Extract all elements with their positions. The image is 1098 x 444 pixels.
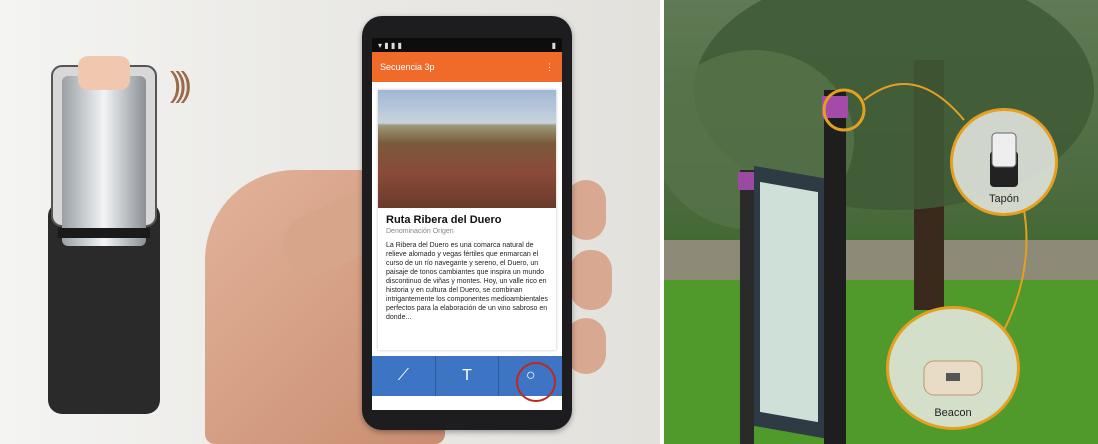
phone-screen: ▾ ▮ ▮ ▮ ▮ Secuencia 3p ⋮ Ruta Ribera del… [372, 38, 562, 410]
tapon-thumbnail-image [990, 132, 1018, 187]
card-body: La Ribera del Duero es una comarca natur… [386, 242, 548, 321]
park-scene-image [664, 0, 1098, 444]
route-card[interactable]: Ruta Ribera del Duero Denominación Orige… [378, 90, 556, 350]
tapon-callout: Tapón [950, 108, 1058, 216]
beacon-callout: Beacon [886, 306, 1020, 430]
tab-route-icon[interactable]: ⟋ [372, 356, 436, 396]
tab-tool-icon[interactable]: T [436, 356, 500, 396]
beacon-label: Beacon [934, 407, 972, 419]
finger-image [566, 318, 606, 374]
beacon-thumbnail-image [923, 360, 983, 396]
card-subtitle: Denominación Origen [386, 228, 454, 235]
finger-image [570, 250, 612, 310]
battery-icon: ▮ [551, 40, 556, 50]
tapon-device-image [48, 56, 160, 414]
overflow-menu-icon[interactable]: ⋮ [545, 62, 554, 73]
card-title: Ruta Ribera del Duero [386, 214, 502, 226]
tapon-label: Tapón [989, 193, 1019, 205]
left-photo-panel: ))) ▾ ▮ ▮ ▮ ▮ Secuencia 3p ⋮ Ruta Ribera… [0, 0, 660, 444]
finger-image [566, 180, 606, 240]
app-bar: Secuencia 3p ⋮ [372, 52, 562, 82]
smartphone: ▾ ▮ ▮ ▮ ▮ Secuencia 3p ⋮ Ruta Ribera del… [362, 16, 572, 430]
status-icons: ▾ ▮ ▮ ▮ [378, 40, 402, 50]
vineyard-photo [378, 90, 556, 208]
signal-waves-icon: ))) [170, 66, 192, 104]
right-photo-panel: Tapón Beacon [664, 0, 1098, 444]
status-bar: ▾ ▮ ▮ ▮ ▮ [372, 38, 562, 52]
highlight-ring [516, 362, 556, 402]
app-title: Secuencia 3p [380, 62, 435, 72]
